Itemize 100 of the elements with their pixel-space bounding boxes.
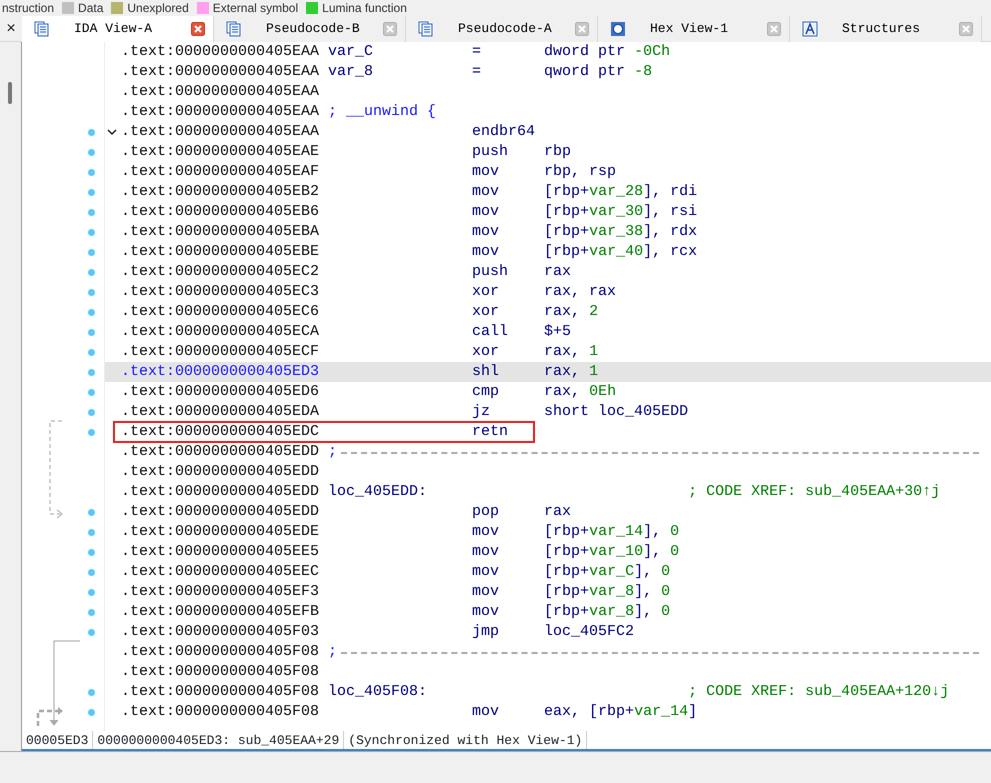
address: .text:0000000000405EEC <box>121 562 320 582</box>
status-text: (Synchronized with Hex View-1) <box>344 731 588 749</box>
comment: ; <box>328 442 338 462</box>
address: .text:0000000000405ED3 <box>121 362 320 382</box>
address: .text:0000000000405EAA <box>121 62 320 82</box>
operands: rax, rax <box>544 282 616 302</box>
address: .text:0000000000405F08 <box>121 642 320 662</box>
address: .text:0000000000405EB6 <box>121 202 320 222</box>
mnemonic: pop <box>472 502 500 522</box>
operands: qword ptr -8 <box>544 62 652 82</box>
address: .text:0000000000405EDA <box>121 402 320 422</box>
mnemonic: xor <box>472 282 500 302</box>
comment: ; <box>328 642 338 662</box>
address: .text:0000000000405EAF <box>121 162 320 182</box>
operands: eax, [rbp+var_14] <box>544 702 698 722</box>
mnemonic: mov <box>472 202 500 222</box>
operands: [rbp+var_14], 0 <box>544 522 680 542</box>
document-icon <box>226 21 242 37</box>
mnemonic: shl <box>472 362 500 382</box>
address: .text:0000000000405EC3 <box>121 282 320 302</box>
mnemonic: retn <box>472 422 510 442</box>
operands: [rbp+var_8], 0 <box>544 602 670 622</box>
mnemonic: mov <box>472 182 500 202</box>
operands: rbp <box>544 142 572 162</box>
address: .text:0000000000405EB2 <box>121 182 320 202</box>
comment: ; CODE XREF: sub_405EAA+30↑j <box>688 482 940 502</box>
operands: short loc_405EDD <box>544 402 688 422</box>
address: .text:0000000000405F03 <box>121 622 320 642</box>
operands: [rbp+var_C], 0 <box>544 562 670 582</box>
address: .text:0000000000405ECA <box>121 322 320 342</box>
address: .text:0000000000405F08 <box>121 702 320 722</box>
operands: dword ptr -0Ch <box>544 42 670 62</box>
address: .text:0000000000405EAE <box>121 142 320 162</box>
address: .text:0000000000405ECF <box>121 342 320 362</box>
legend-label: Data <box>78 0 104 16</box>
mnemonic: xor <box>472 342 500 362</box>
mnemonic: xor <box>472 302 500 322</box>
address: .text:0000000000405F08 <box>121 682 320 702</box>
address: .text:0000000000405EDE <box>121 522 320 542</box>
operands: rax, 0Eh <box>544 382 616 402</box>
comment: ; CODE XREF: sub_405EAA+120↓j <box>688 682 950 702</box>
operands: [rbp+var_38], rdx <box>544 222 698 242</box>
label-name: loc_405EDD: <box>328 482 428 502</box>
address: .text:0000000000405F08 <box>121 662 320 682</box>
legend-label: Unexplored <box>127 0 189 16</box>
scrollbar-thumb[interactable] <box>8 82 12 104</box>
label-name: var_8 <box>328 62 374 82</box>
mnemonic: cmp <box>472 382 500 402</box>
address: .text:0000000000405EAA <box>121 82 320 102</box>
address: .text:0000000000405EAA <box>121 42 320 62</box>
address: .text:0000000000405EDD <box>121 442 320 462</box>
circle-icon <box>610 21 626 37</box>
mnemonic: = <box>472 62 482 82</box>
operands: loc_405FC2 <box>544 622 634 642</box>
operands: [rbp+var_8], 0 <box>544 582 670 602</box>
mnemonic: push <box>472 142 510 162</box>
operands: [rbp+var_30], rsi <box>544 202 698 222</box>
status-text: 0000000000405ED3: sub_405EAA+29 <box>93 731 344 749</box>
document-icon <box>418 21 434 37</box>
label-name: loc_405F08: <box>328 682 428 702</box>
document-icon <box>34 21 50 37</box>
address: .text:0000000000405ED6 <box>121 382 320 402</box>
address: .text:0000000000405EDD <box>121 462 320 482</box>
legend-label: External symbol <box>212 0 298 16</box>
address: .text:0000000000405EDC <box>121 422 320 442</box>
mnemonic: mov <box>472 522 500 542</box>
address: .text:0000000000405EC6 <box>121 302 320 322</box>
comment: ; __unwind { <box>328 102 436 122</box>
operands: $+5 <box>544 322 572 342</box>
operands: rax <box>544 502 572 522</box>
tab[interactable]: Pseudocode-A <box>406 16 598 42</box>
mnemonic: push <box>472 262 510 282</box>
operands: rax, 1 <box>544 362 598 382</box>
mnemonic: mov <box>472 162 500 182</box>
address: .text:0000000000405EDD <box>121 482 320 502</box>
operands: rax, 2 <box>544 302 598 322</box>
tab[interactable]: Hex View-1 <box>598 16 790 42</box>
label-name: var_C <box>328 42 374 62</box>
mnemonic: endbr64 <box>472 122 536 142</box>
operands: [rbp+var_40], rcx <box>544 242 698 262</box>
address: .text:0000000000405EBE <box>121 242 320 262</box>
address: .text:0000000000405EF3 <box>121 582 320 602</box>
mnemonic: mov <box>472 542 500 562</box>
operands: rax, 1 <box>544 342 598 362</box>
close-icon[interactable] <box>191 22 205 36</box>
operands: rax <box>544 262 572 282</box>
mnemonic: mov <box>472 242 500 262</box>
legend-label: Lumina function <box>322 0 407 16</box>
tab[interactable]: Structures <box>790 16 982 42</box>
mnemonic: = <box>472 42 482 62</box>
address: .text:0000000000405EAA <box>121 122 320 142</box>
address: .text:0000000000405EDD <box>121 502 320 522</box>
close-button[interactable]: × <box>0 16 22 41</box>
operands: [rbp+var_10], 0 <box>544 542 680 562</box>
address: .text:0000000000405EE5 <box>121 542 320 562</box>
mnemonic: jz <box>472 402 492 422</box>
mnemonic: mov <box>472 562 500 582</box>
address: .text:0000000000405EFB <box>121 602 320 622</box>
tab[interactable]: Pseudocode-B <box>214 16 406 42</box>
tab[interactable]: IDA View-A <box>22 16 214 42</box>
